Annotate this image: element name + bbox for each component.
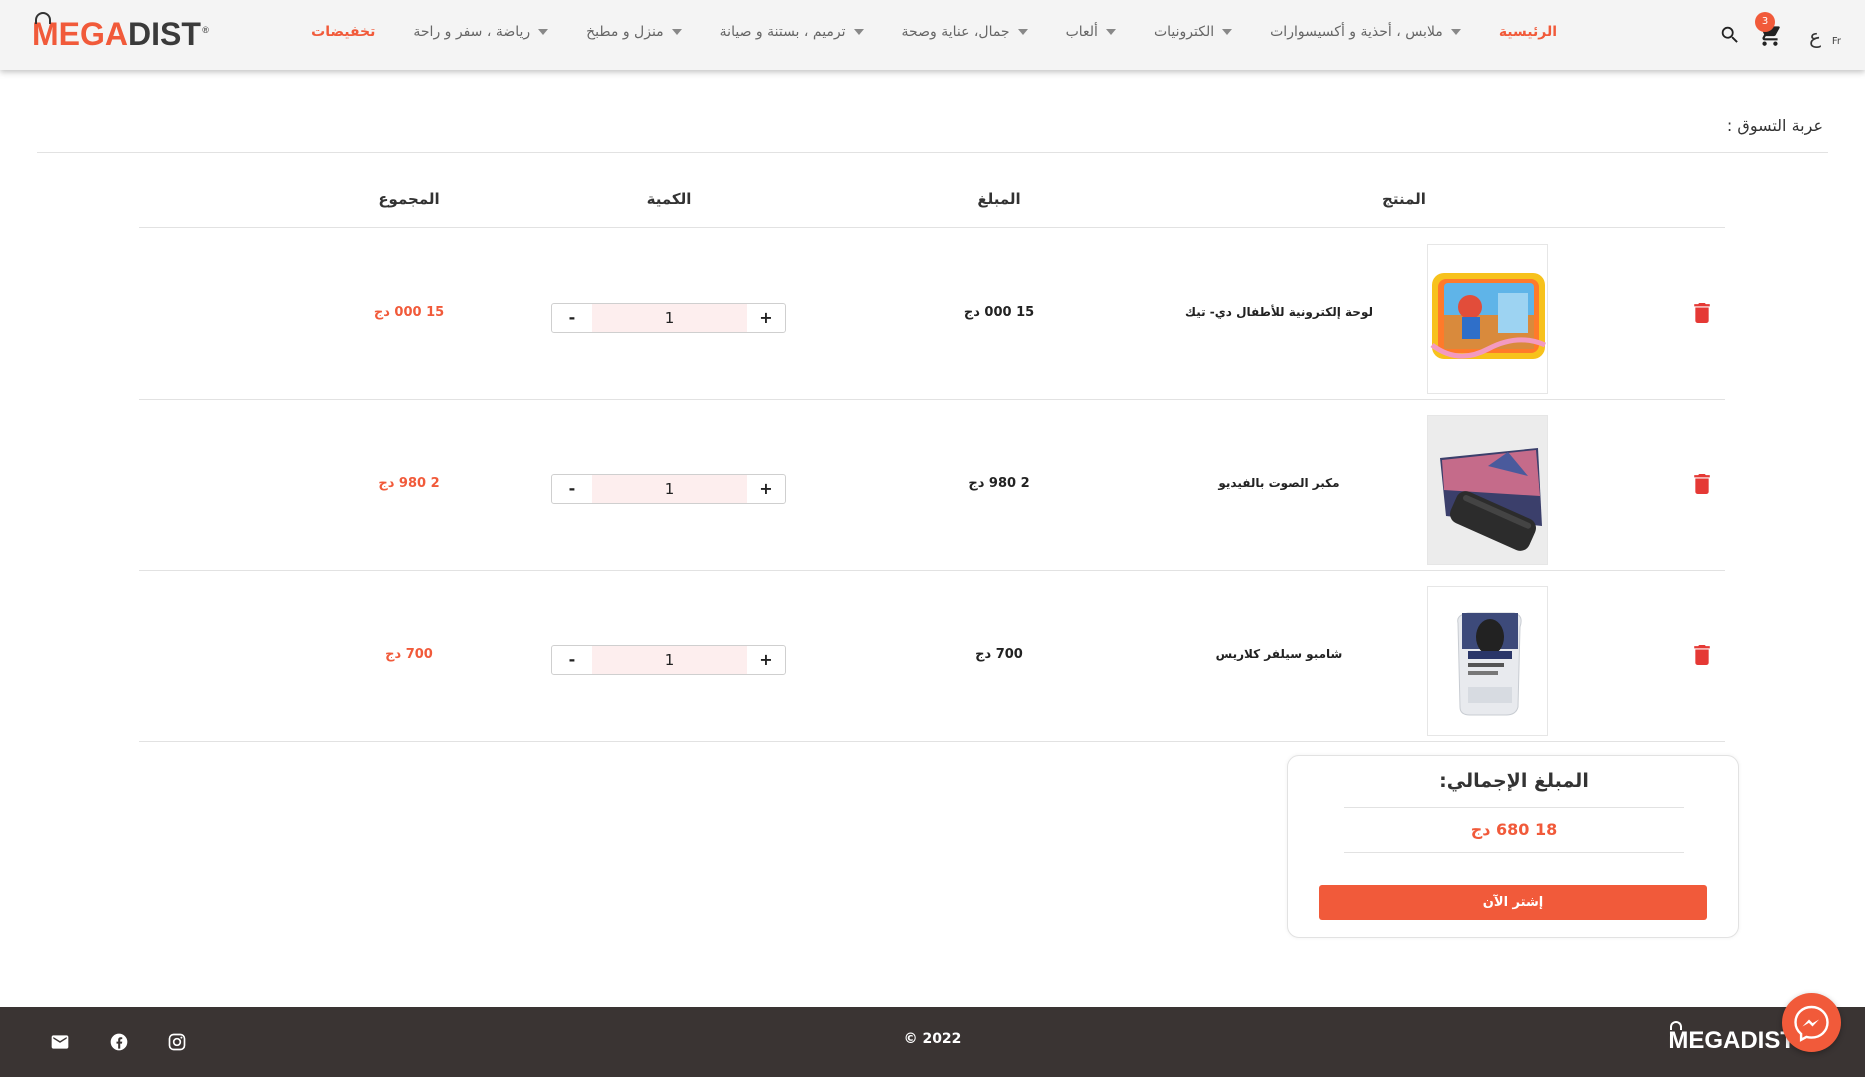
cart-row: مكبر الصوت بالفيديو 2 980 دج - 1 + 2 980… bbox=[139, 400, 1725, 571]
site-footer: © 2022 MEGADIST bbox=[0, 1007, 1865, 1077]
facebook-icon[interactable] bbox=[109, 1032, 129, 1052]
copyright-text: © 2022 bbox=[903, 1031, 962, 1047]
col-header-quantity: الكمية bbox=[646, 190, 692, 208]
product-image-kids-tablet[interactable] bbox=[1427, 244, 1548, 394]
megadist-logo[interactable]: MEGADIST ® bbox=[32, 12, 209, 54]
nav-electronics-label: الكترونيات bbox=[1153, 24, 1215, 40]
product-image-silver-shampoo[interactable] bbox=[1427, 586, 1548, 736]
cart-count-badge: 3 bbox=[1755, 12, 1775, 32]
summary-divider bbox=[1344, 807, 1684, 808]
col-header-price: المبلغ bbox=[977, 190, 1021, 208]
qty-input[interactable]: 1 bbox=[592, 646, 747, 674]
nav-electronics[interactable]: الكترونيات bbox=[1153, 24, 1233, 40]
qty-decrease-button[interactable]: - bbox=[552, 304, 592, 332]
nav-home-kitchen-label: منزل و مطبخ bbox=[586, 24, 664, 40]
caret-down-icon bbox=[853, 29, 864, 35]
search-icon[interactable] bbox=[1719, 24, 1741, 46]
qty-decrease-button[interactable]: - bbox=[552, 475, 592, 503]
nav-clothing[interactable]: ملابس ، أحذية و أكسيسوارات bbox=[1270, 24, 1461, 40]
cart-table-header: المنتج المبلغ الكمية المجموع bbox=[139, 182, 1725, 228]
qty-input[interactable]: 1 bbox=[592, 304, 747, 332]
main-nav: الرئيسية ملابس ، أحذية و أكسيسوارات الكت… bbox=[273, 24, 1557, 40]
lang-ar-label: ع bbox=[1809, 24, 1821, 48]
product-name[interactable]: شامبو سيلفر كلاريس bbox=[1149, 647, 1409, 661]
footer-logo-text: MEGADIST bbox=[1668, 1027, 1795, 1054]
quantity-stepper: - 1 + bbox=[551, 645, 786, 675]
row-total: 700 دج bbox=[385, 647, 433, 662]
caret-down-icon bbox=[1105, 29, 1116, 35]
quantity-stepper: - 1 + bbox=[551, 303, 786, 333]
messenger-chat-button[interactable] bbox=[1782, 993, 1841, 1052]
order-summary-card: المبلغ الإجمالي: 18 680 دج إشتر الآن bbox=[1287, 755, 1739, 938]
product-price: 700 دج bbox=[975, 647, 1023, 662]
caret-down-icon bbox=[1450, 29, 1461, 35]
caret-down-icon bbox=[671, 29, 682, 35]
product-name[interactable]: لوحة إلكترونية للأطفال دي- تيك bbox=[1149, 305, 1409, 319]
col-header-product: المنتج bbox=[1382, 190, 1426, 208]
nav-home-label: الرئيسية bbox=[1498, 24, 1557, 40]
product-image-video-speaker[interactable] bbox=[1427, 415, 1548, 565]
nav-beauty[interactable]: جمال، عناية وصحة bbox=[902, 24, 1028, 40]
quantity-stepper: - 1 + bbox=[551, 474, 786, 504]
caret-down-icon bbox=[1017, 29, 1028, 35]
product-price: 15 000 دج bbox=[963, 305, 1035, 320]
qty-decrease-button[interactable]: - bbox=[552, 646, 592, 674]
row-total: 2 980 دج bbox=[378, 476, 440, 491]
footer-logo[interactable]: MEGADIST bbox=[1668, 1021, 1795, 1055]
title-divider bbox=[37, 152, 1828, 153]
site-header: MEGADIST ® الرئيسية ملابس ، أحذية و أكسي… bbox=[0, 0, 1865, 70]
trash-icon[interactable] bbox=[1694, 474, 1710, 494]
nav-sports-label: رياضة ، سفر و راحة bbox=[413, 24, 531, 40]
logo-registered-mark: ® bbox=[202, 25, 209, 35]
col-header-total: المجموع bbox=[378, 190, 440, 208]
caret-down-icon bbox=[1222, 29, 1233, 35]
language-switch[interactable]: ع Fr bbox=[1795, 24, 1841, 50]
nav-diy-label: ترميم ، بستنة و صيانة bbox=[719, 24, 846, 40]
product-price: 2 980 دج bbox=[968, 476, 1030, 491]
nav-home[interactable]: الرئيسية bbox=[1499, 24, 1557, 40]
summary-title: المبلغ الإجمالي: bbox=[1439, 770, 1589, 792]
logo-dist-text: DIST bbox=[128, 16, 201, 52]
nav-home-kitchen[interactable]: منزل و مطبخ bbox=[586, 24, 682, 40]
messenger-icon bbox=[1794, 1005, 1829, 1042]
product-name[interactable]: مكبر الصوت بالفيديو bbox=[1149, 476, 1409, 490]
nav-games[interactable]: ألعاب bbox=[1066, 24, 1116, 40]
summary-divider bbox=[1344, 852, 1684, 853]
nav-clothing-label: ملابس ، أحذية و أكسيسوارات bbox=[1270, 24, 1443, 40]
email-icon[interactable] bbox=[50, 1032, 70, 1052]
caret-down-icon bbox=[538, 29, 549, 35]
qty-increase-button[interactable]: + bbox=[747, 304, 785, 332]
footer-logo-arc bbox=[1670, 1021, 1683, 1030]
buy-now-button[interactable]: إشتر الآن bbox=[1319, 885, 1707, 920]
logo-headphone-arc bbox=[35, 12, 51, 24]
summary-total-amount: 18 680 دج bbox=[1470, 820, 1558, 839]
trash-icon[interactable] bbox=[1694, 303, 1710, 323]
trash-icon[interactable] bbox=[1694, 645, 1710, 665]
row-total: 15 000 دج bbox=[373, 305, 445, 320]
nav-sports[interactable]: رياضة ، سفر و راحة bbox=[413, 24, 549, 40]
nav-diy[interactable]: ترميم ، بستنة و صيانة bbox=[720, 24, 864, 40]
header-actions: ع Fr 3 bbox=[1691, 12, 1841, 52]
cart-row: لوحة إلكترونية للأطفال دي- تيك 15 000 دج… bbox=[139, 229, 1725, 400]
page-title: عربة التسوق : bbox=[1726, 116, 1823, 135]
nav-sale-label: تخفيضات bbox=[311, 24, 376, 40]
nav-sale[interactable]: تخفيضات bbox=[311, 24, 375, 40]
qty-increase-button[interactable]: + bbox=[747, 475, 785, 503]
lang-fr-label: Fr bbox=[1831, 36, 1841, 47]
qty-input[interactable]: 1 bbox=[592, 475, 747, 503]
qty-increase-button[interactable]: + bbox=[747, 646, 785, 674]
nav-games-label: ألعاب bbox=[1065, 24, 1098, 40]
cart-row: شامبو سيلفر كلاريس 700 دج - 1 + 700 دج bbox=[139, 571, 1725, 742]
nav-beauty-label: جمال، عناية وصحة bbox=[901, 24, 1010, 40]
instagram-icon[interactable] bbox=[167, 1032, 187, 1052]
